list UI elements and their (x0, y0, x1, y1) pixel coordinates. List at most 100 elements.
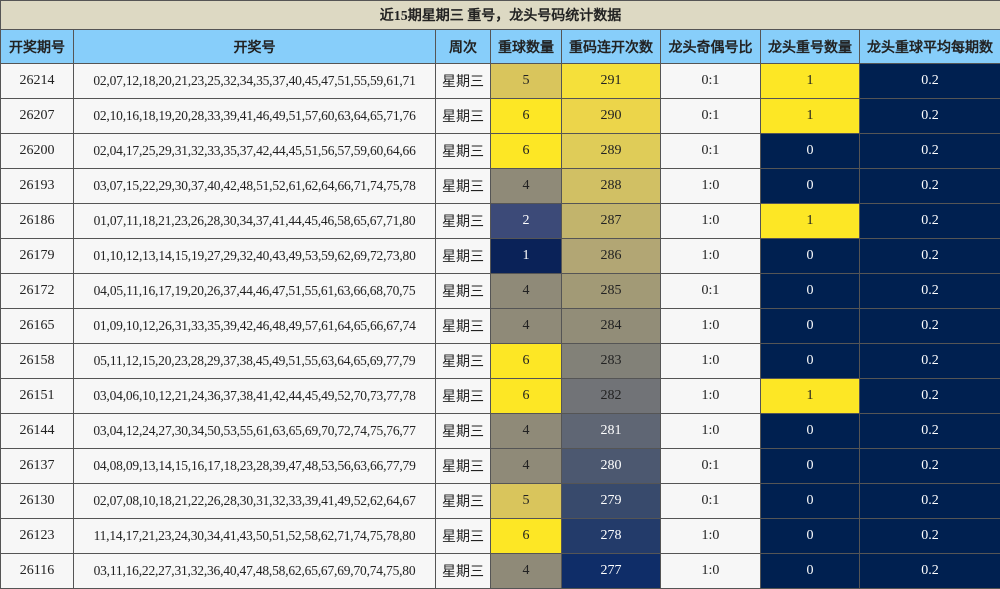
cell-parity: 1:0 (661, 169, 761, 204)
table-row: 2619303,07,15,22,29,30,37,40,42,48,51,52… (1, 169, 1000, 204)
table-row: 2614403,04,12,24,27,30,34,50,53,55,61,63… (1, 414, 1000, 449)
cell-week: 星期三 (436, 169, 491, 204)
cell-avg: 0.2 (860, 134, 1000, 169)
cell-repeat-count: 6 (491, 344, 562, 379)
cell-numbers: 01,09,10,12,26,31,33,35,39,42,46,48,49,5… (74, 309, 436, 344)
cell-head-repeat: 0 (761, 309, 860, 344)
table-row: 2620002,04,17,25,29,31,32,33,35,37,42,44… (1, 134, 1000, 169)
cell-week: 星期三 (436, 414, 491, 449)
cell-parity: 1:0 (661, 554, 761, 589)
header-head-repeat: 龙头重号数量 (761, 30, 860, 64)
cell-issue: 26123 (1, 519, 74, 554)
cell-issue: 26158 (1, 344, 74, 379)
cell-numbers: 01,10,12,13,14,15,19,27,29,32,40,43,49,5… (74, 239, 436, 274)
cell-week: 星期三 (436, 134, 491, 169)
cell-repeat-count: 6 (491, 379, 562, 414)
cell-issue: 26137 (1, 449, 74, 484)
cell-head-repeat: 0 (761, 344, 860, 379)
cell-parity: 1:0 (661, 204, 761, 239)
cell-parity: 1:0 (661, 309, 761, 344)
cell-head-repeat: 0 (761, 554, 860, 589)
cell-consecutive: 279 (562, 484, 661, 519)
cell-parity: 0:1 (661, 99, 761, 134)
cell-issue: 26165 (1, 309, 74, 344)
cell-avg: 0.2 (860, 484, 1000, 519)
cell-avg: 0.2 (860, 274, 1000, 309)
table-row: 2615805,11,12,15,20,23,28,29,37,38,45,49… (1, 344, 1000, 379)
cell-consecutive: 291 (562, 64, 661, 99)
cell-issue: 26179 (1, 239, 74, 274)
cell-repeat-count: 4 (491, 169, 562, 204)
cell-week: 星期三 (436, 519, 491, 554)
cell-repeat-count: 4 (491, 414, 562, 449)
cell-issue: 26172 (1, 274, 74, 309)
cell-issue: 26116 (1, 554, 74, 589)
cell-avg: 0.2 (860, 204, 1000, 239)
table-row: 2613002,07,08,10,18,21,22,26,28,30,31,32… (1, 484, 1000, 519)
cell-consecutive: 277 (562, 554, 661, 589)
cell-week: 星期三 (436, 554, 491, 589)
cell-avg: 0.2 (860, 519, 1000, 554)
header-numbers: 开奖号 (74, 30, 436, 64)
cell-repeat-count: 1 (491, 239, 562, 274)
cell-avg: 0.2 (860, 554, 1000, 589)
cell-repeat-count: 6 (491, 134, 562, 169)
cell-repeat-count: 4 (491, 449, 562, 484)
header-week: 周次 (436, 30, 491, 64)
cell-head-repeat: 0 (761, 449, 860, 484)
cell-head-repeat: 1 (761, 204, 860, 239)
header-consecutive: 重码连开次数 (562, 30, 661, 64)
cell-numbers: 04,08,09,13,14,15,16,17,18,23,28,39,47,4… (74, 449, 436, 484)
cell-parity: 0:1 (661, 134, 761, 169)
cell-week: 星期三 (436, 239, 491, 274)
cell-repeat-count: 5 (491, 64, 562, 99)
cell-repeat-count: 6 (491, 99, 562, 134)
cell-avg: 0.2 (860, 99, 1000, 134)
cell-head-repeat: 0 (761, 239, 860, 274)
cell-repeat-count: 6 (491, 519, 562, 554)
cell-avg: 0.2 (860, 309, 1000, 344)
cell-numbers: 02,07,12,18,20,21,23,25,32,34,35,37,40,4… (74, 64, 436, 99)
cell-week: 星期三 (436, 309, 491, 344)
cell-consecutive: 289 (562, 134, 661, 169)
cell-head-repeat: 0 (761, 414, 860, 449)
header-parity: 龙头奇偶号比 (661, 30, 761, 64)
cell-numbers: 02,10,16,18,19,20,28,33,39,41,46,49,51,5… (74, 99, 436, 134)
table-row: 2615103,04,06,10,12,21,24,36,37,38,41,42… (1, 379, 1000, 414)
table-row: 2617204,05,11,16,17,19,20,26,37,44,46,47… (1, 274, 1000, 309)
cell-week: 星期三 (436, 344, 491, 379)
cell-numbers: 04,05,11,16,17,19,20,26,37,44,46,47,51,5… (74, 274, 436, 309)
cell-avg: 0.2 (860, 64, 1000, 99)
cell-numbers: 03,11,16,22,27,31,32,36,40,47,48,58,62,6… (74, 554, 436, 589)
cell-week: 星期三 (436, 204, 491, 239)
cell-parity: 1:0 (661, 414, 761, 449)
cell-repeat-count: 4 (491, 554, 562, 589)
cell-issue: 26193 (1, 169, 74, 204)
cell-issue: 26214 (1, 64, 74, 99)
cell-avg: 0.2 (860, 449, 1000, 484)
cell-numbers: 03,04,06,10,12,21,24,36,37,38,41,42,44,4… (74, 379, 436, 414)
table-row: 2613704,08,09,13,14,15,16,17,18,23,28,39… (1, 449, 1000, 484)
cell-parity: 0:1 (661, 64, 761, 99)
cell-parity: 0:1 (661, 484, 761, 519)
cell-numbers: 11,14,17,21,23,24,30,34,41,43,50,51,52,5… (74, 519, 436, 554)
table-title: 近15期星期三 重号，龙头号码统计数据 (1, 1, 1000, 30)
cell-issue: 26207 (1, 99, 74, 134)
cell-issue: 26151 (1, 379, 74, 414)
cell-parity: 1:0 (661, 239, 761, 274)
cell-avg: 0.2 (860, 344, 1000, 379)
table-row: 2612311,14,17,21,23,24,30,34,41,43,50,51… (1, 519, 1000, 554)
cell-parity: 1:0 (661, 344, 761, 379)
cell-consecutive: 290 (562, 99, 661, 134)
cell-head-repeat: 0 (761, 169, 860, 204)
cell-consecutive: 280 (562, 449, 661, 484)
cell-week: 星期三 (436, 64, 491, 99)
cell-consecutive: 282 (562, 379, 661, 414)
cell-issue: 26144 (1, 414, 74, 449)
cell-week: 星期三 (436, 449, 491, 484)
table-row: 2620702,10,16,18,19,20,28,33,39,41,46,49… (1, 99, 1000, 134)
cell-avg: 0.2 (860, 169, 1000, 204)
cell-numbers: 02,07,08,10,18,21,22,26,28,30,31,32,33,3… (74, 484, 436, 519)
cell-parity: 0:1 (661, 449, 761, 484)
table-row: 2618601,07,11,18,21,23,26,28,30,34,37,41… (1, 204, 1000, 239)
